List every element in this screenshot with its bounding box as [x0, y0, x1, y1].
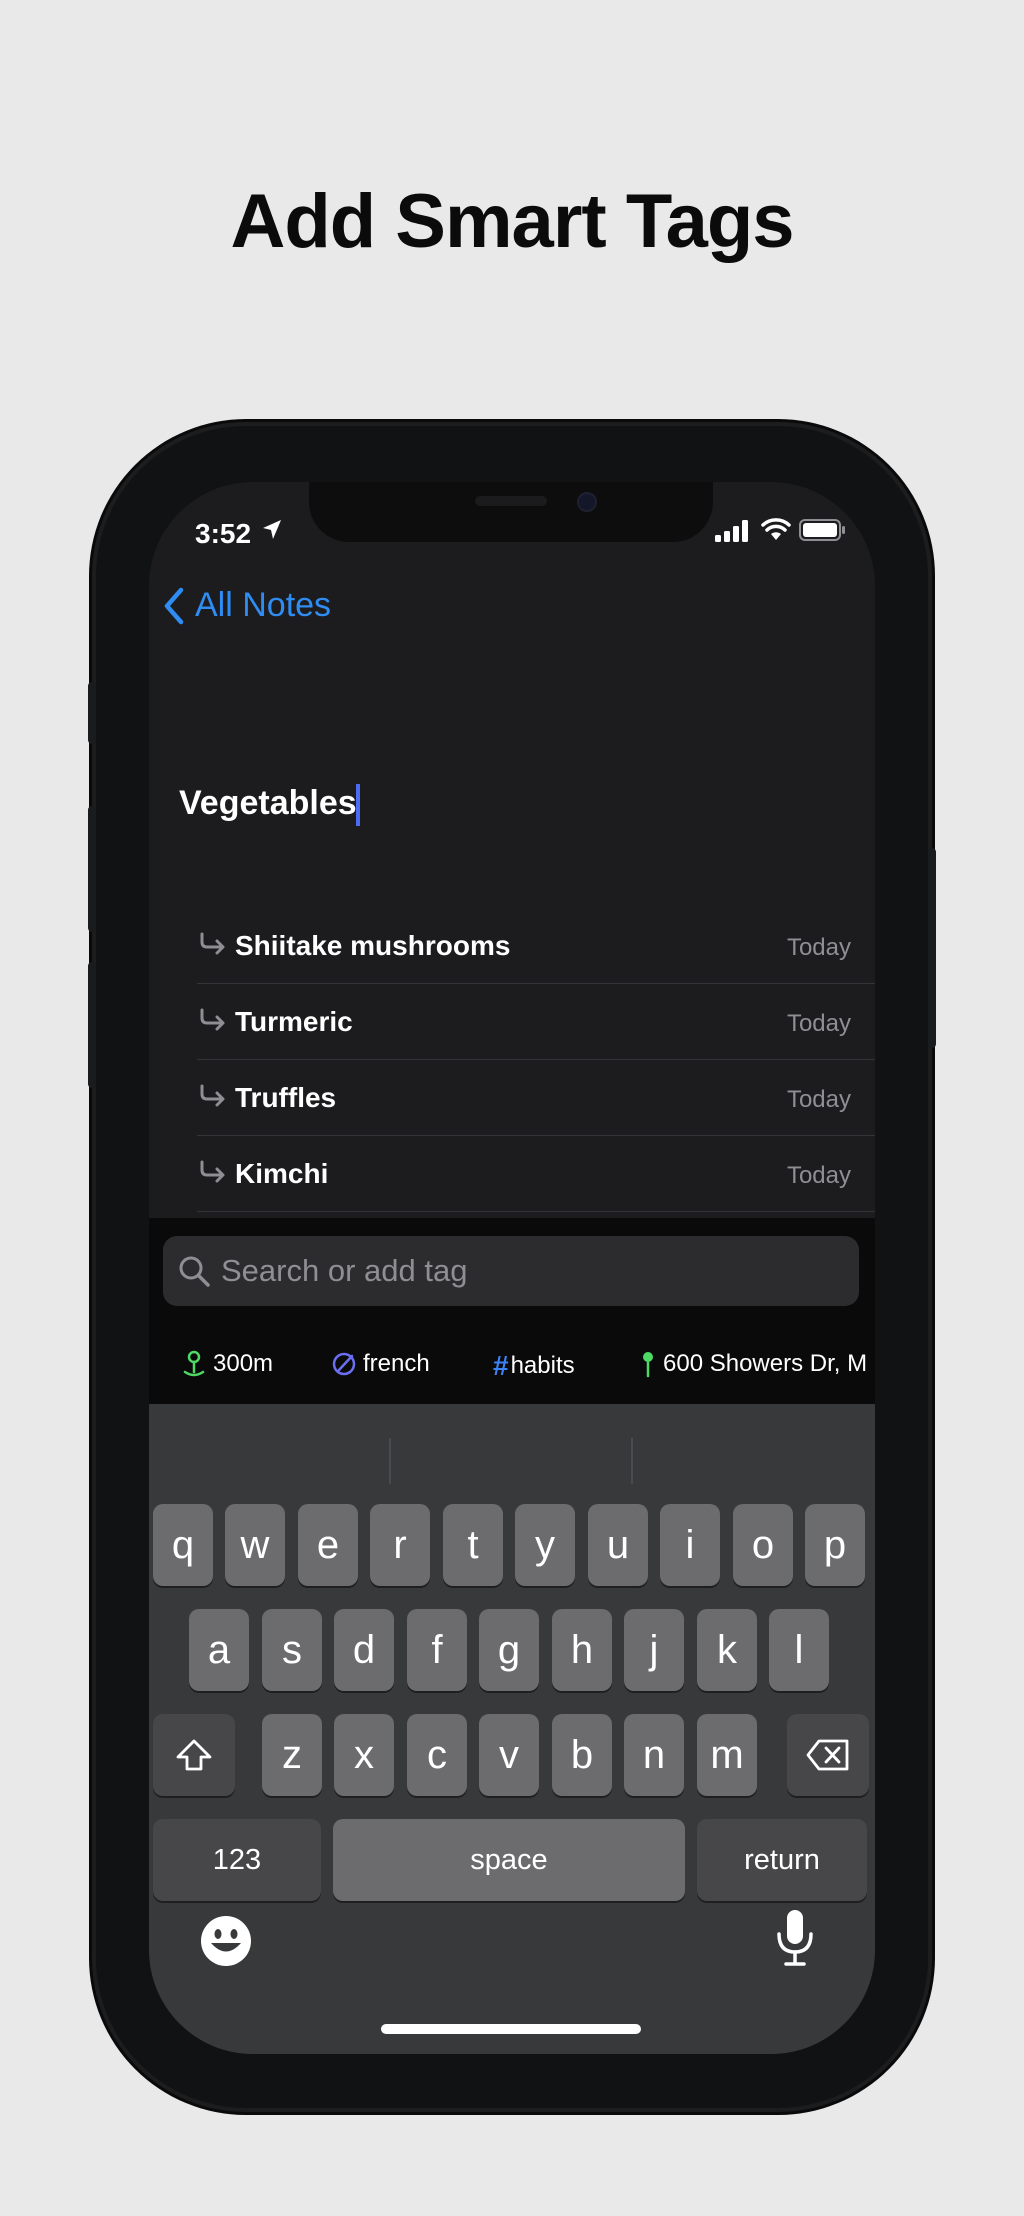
key-k[interactable]: k [697, 1609, 757, 1691]
list-item[interactable]: Kimchi Today [197, 1136, 875, 1212]
list-item-date: Today [786, 934, 851, 961]
backspace-icon [806, 1739, 849, 1771]
search-icon [179, 1256, 210, 1287]
key-w[interactable]: w [225, 1504, 285, 1586]
key-p[interactable]: p [805, 1504, 865, 1586]
key-e[interactable]: e [298, 1504, 358, 1586]
list-item[interactable]: Turmeric Today [197, 984, 875, 1060]
key-u[interactable]: u [588, 1504, 648, 1586]
speaker [475, 496, 547, 506]
key-a[interactable]: a [189, 1609, 249, 1691]
tag-chip[interactable]: french [331, 1350, 430, 1378]
list-item-date: Today [786, 1162, 851, 1189]
key-d[interactable]: d [334, 1609, 394, 1691]
list-item-date: Today [786, 1010, 851, 1037]
battery-icon [799, 519, 845, 541]
hashtag-icon: # [493, 1350, 509, 1381]
key-h[interactable]: h [552, 1609, 612, 1691]
volume-down-button [88, 962, 96, 1088]
volume-up-button [88, 806, 96, 932]
return-key[interactable]: return [697, 1819, 867, 1901]
note-title[interactable]: Vegetables [179, 784, 357, 823]
cellular-signal-icon [715, 520, 748, 542]
back-button[interactable]: All Notes [163, 586, 331, 625]
tag-search-bar[interactable] [163, 1236, 859, 1306]
list-item-date: Today [786, 1086, 851, 1113]
tag-chip-label: 600 Showers Dr, M [663, 1350, 868, 1377]
key-i[interactable]: i [660, 1504, 720, 1586]
list-item-name: Kimchi [235, 1158, 329, 1189]
microphone-icon[interactable] [775, 1908, 815, 1968]
text-cursor [356, 784, 360, 826]
link-arrow-icon [200, 1160, 225, 1183]
numbers-key[interactable]: 123 [153, 1819, 321, 1901]
key-b[interactable]: b [552, 1714, 612, 1796]
shift-key[interactable] [153, 1714, 235, 1796]
link-arrow-icon [200, 1084, 225, 1107]
page-headline: Add Smart Tags [230, 179, 794, 264]
emoji-icon[interactable] [199, 1914, 253, 1968]
key-s[interactable]: s [262, 1609, 322, 1691]
home-indicator[interactable] [381, 2024, 641, 2034]
phone-screen: 3:52 All Notes Vegetables Shiitake mushr… [149, 482, 875, 2054]
key-n[interactable]: n [624, 1714, 684, 1796]
tag-chip[interactable]: 300m [181, 1350, 273, 1378]
back-button-label: All Notes [195, 586, 332, 624]
key-v[interactable]: v [479, 1714, 539, 1796]
list-item[interactable]: Truffles Today [197, 1060, 875, 1136]
key-o[interactable]: o [733, 1504, 793, 1586]
list-item-name: Turmeric [235, 1006, 353, 1037]
prediction-divider [389, 1438, 391, 1484]
power-button [928, 848, 936, 1048]
style-tag-icon [332, 1352, 356, 1376]
key-r[interactable]: r [370, 1504, 430, 1586]
shift-icon [176, 1739, 212, 1771]
tag-chip-label: habits [510, 1352, 575, 1379]
location-arrow-icon [263, 520, 281, 539]
location-pin-icon [183, 1350, 205, 1377]
front-camera [577, 492, 597, 512]
list-item[interactable]: Shiitake mushrooms Today [197, 908, 875, 984]
list-item-name: Shiitake mushrooms [235, 930, 511, 961]
key-m[interactable]: m [697, 1714, 757, 1796]
key-l[interactable]: l [769, 1609, 829, 1691]
tag-suggestions: 300m french # habits 600 Showers Dr, M [149, 1330, 875, 1404]
tag-chip-label: french [363, 1350, 430, 1377]
tag-chip[interactable]: 600 Showers Dr, M [639, 1350, 867, 1378]
link-arrow-icon [200, 1008, 225, 1031]
keyboard: q w e r t y u i o p a s d f g h j k l z … [149, 1404, 875, 2054]
key-j[interactable]: j [624, 1609, 684, 1691]
prediction-divider [631, 1438, 633, 1484]
space-key[interactable]: space [333, 1819, 685, 1901]
link-arrow-icon [200, 932, 225, 955]
backspace-key[interactable] [787, 1714, 869, 1796]
linked-notes-list: Shiitake mushrooms Today Turmeric Today … [197, 908, 875, 1212]
chevron-left-icon [164, 587, 184, 624]
notch [309, 482, 713, 542]
tag-search-input[interactable] [219, 1248, 843, 1294]
tag-chip-label: 300m [213, 1350, 274, 1377]
key-z[interactable]: z [262, 1714, 322, 1796]
key-x[interactable]: x [334, 1714, 394, 1796]
tag-chip[interactable]: # habits [493, 1350, 575, 1382]
phone-frame: 3:52 All Notes Vegetables Shiitake mushr… [88, 426, 936, 2108]
key-q[interactable]: q [153, 1504, 213, 1586]
key-y[interactable]: y [515, 1504, 575, 1586]
key-c[interactable]: c [407, 1714, 467, 1796]
status-time: 3:52 [195, 518, 252, 549]
list-item-name: Truffles [235, 1082, 337, 1113]
key-f[interactable]: f [407, 1609, 467, 1691]
wifi-icon [761, 518, 791, 540]
map-pin-icon [643, 1352, 653, 1378]
key-g[interactable]: g [479, 1609, 539, 1691]
mute-switch [88, 682, 96, 744]
key-t[interactable]: t [443, 1504, 503, 1586]
